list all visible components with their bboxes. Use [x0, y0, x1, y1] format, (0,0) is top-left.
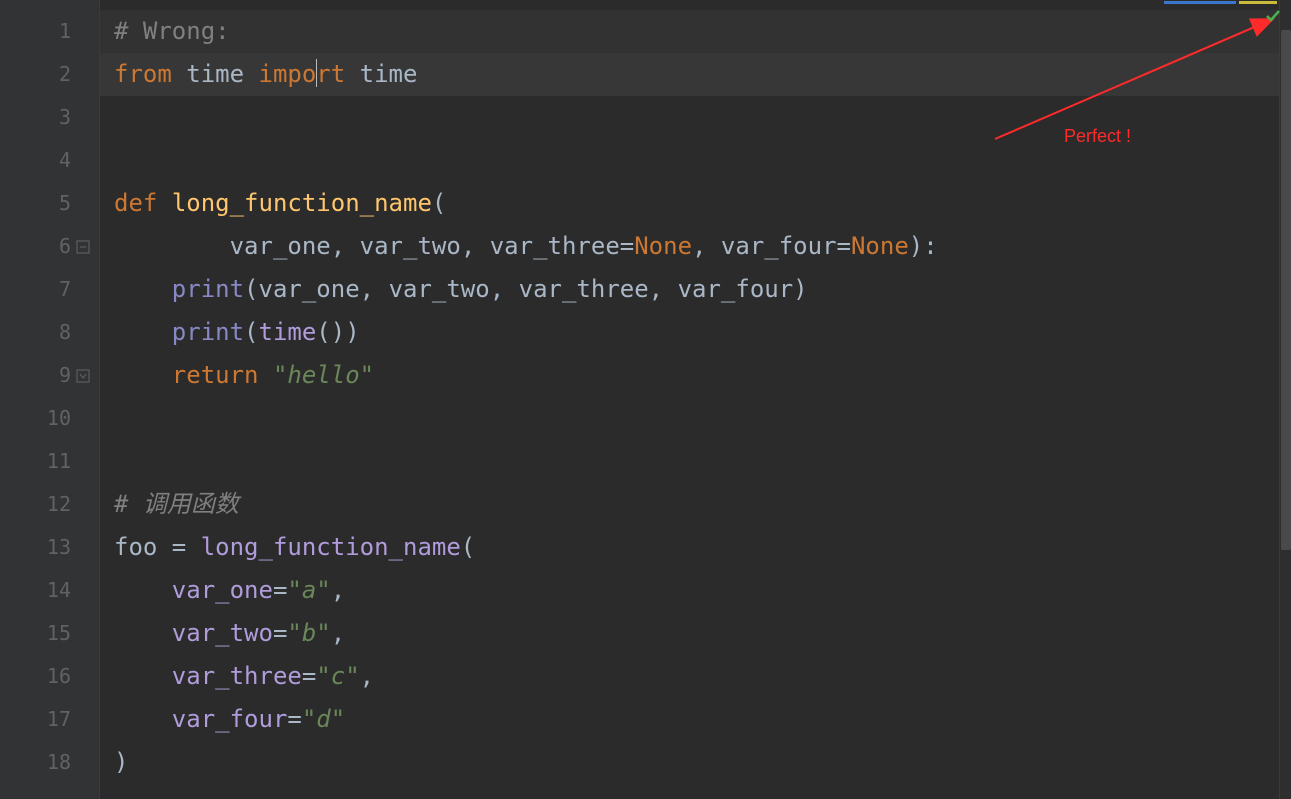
kwarg-name: var_one	[172, 576, 273, 604]
function-call: time	[259, 318, 317, 346]
line-number: 6	[0, 225, 71, 268]
string-literal: "a"	[287, 576, 330, 604]
line-number: 10	[0, 397, 71, 440]
code-area[interactable]: # Wrong: from time import time def long_…	[100, 0, 1291, 799]
line-number: 17	[0, 698, 71, 741]
param: var_four	[721, 232, 837, 260]
code-line[interactable]: var_one, var_two, var_three=None, var_fo…	[100, 225, 1291, 268]
line-number: 13	[0, 526, 71, 569]
vertical-scrollbar[interactable]	[1279, 0, 1291, 799]
code-line[interactable]: var_one="a",	[100, 569, 1291, 612]
line-number: 7	[0, 268, 71, 311]
code-line[interactable]: foo = long_function_name(	[100, 526, 1291, 569]
code-line[interactable]: print(time())	[100, 311, 1291, 354]
line-number: 11	[0, 440, 71, 483]
kwarg-name: var_three	[172, 662, 302, 690]
module-name: time	[186, 60, 244, 88]
function-call: long_function_name	[201, 533, 461, 561]
param: var_two	[360, 232, 461, 260]
line-number: 12	[0, 483, 71, 526]
code-line[interactable]: )	[100, 741, 1291, 784]
code-line[interactable]	[100, 397, 1291, 440]
line-number-gutter: 1 2 3 4 5 6 7 8 9 10 11 12 13 14 15 16 1…	[0, 0, 100, 799]
line-number: 16	[0, 655, 71, 698]
code-editor[interactable]: 1 2 3 4 5 6 7 8 9 10 11 12 13 14 15 16 1…	[0, 0, 1291, 799]
builtin-print: print	[172, 275, 244, 303]
code-line[interactable]: var_three="c",	[100, 655, 1291, 698]
line-number: 2	[0, 53, 71, 96]
code-line[interactable]: var_two="b",	[100, 612, 1291, 655]
line-number: 18	[0, 741, 71, 784]
line-number: 8	[0, 311, 71, 354]
string-literal: "b"	[287, 619, 330, 647]
kwarg-name: var_four	[172, 705, 288, 733]
line-number: 5	[0, 182, 71, 225]
none-literal: None	[634, 232, 692, 260]
check-icon[interactable]	[1265, 8, 1281, 29]
param: var_three	[490, 232, 620, 260]
string-literal: "hello"	[273, 361, 374, 389]
none-literal: None	[851, 232, 909, 260]
keyword-from: from	[114, 60, 172, 88]
comment-hash: #	[114, 17, 143, 45]
indicator-segment	[1239, 1, 1277, 4]
variable: foo	[114, 533, 172, 561]
function-name: long_function_name	[172, 189, 432, 217]
line-number: 9	[0, 354, 71, 397]
line-number: 4	[0, 139, 71, 182]
code-line[interactable]: # 调用函数	[100, 483, 1291, 526]
code-line[interactable]: from time import time	[100, 53, 1291, 96]
builtin-print: print	[172, 318, 244, 346]
indicator-segment	[1164, 1, 1236, 4]
code-line[interactable]: var_four="d"	[100, 698, 1291, 741]
imported-name: time	[360, 60, 418, 88]
comment-text: 调用函数	[143, 490, 239, 518]
code-line[interactable]: # Wrong:	[100, 10, 1291, 53]
line-number: 3	[0, 96, 71, 139]
comment-hash: #	[114, 490, 143, 518]
annotation-label: Perfect !	[1064, 126, 1131, 147]
code-line[interactable]: print(var_one, var_two, var_three, var_f…	[100, 268, 1291, 311]
line-number: 15	[0, 612, 71, 655]
line-number: 14	[0, 569, 71, 612]
line-number: 1	[0, 10, 71, 53]
string-literal: "c"	[316, 662, 359, 690]
string-literal: "d"	[302, 705, 345, 733]
scrollbar-thumb[interactable]	[1281, 30, 1291, 550]
code-line[interactable]: def long_function_name(	[100, 182, 1291, 225]
code-line[interactable]	[100, 440, 1291, 483]
comment-text: Wrong:	[143, 17, 230, 45]
code-line[interactable]: return "hello"	[100, 354, 1291, 397]
keyword-return: return	[172, 361, 259, 389]
keyword-def: def	[114, 189, 157, 217]
param: var_one	[230, 232, 331, 260]
keyword-import: impo	[259, 60, 317, 88]
kwarg-name: var_two	[172, 619, 273, 647]
inspection-indicator-bar	[1164, 0, 1277, 6]
